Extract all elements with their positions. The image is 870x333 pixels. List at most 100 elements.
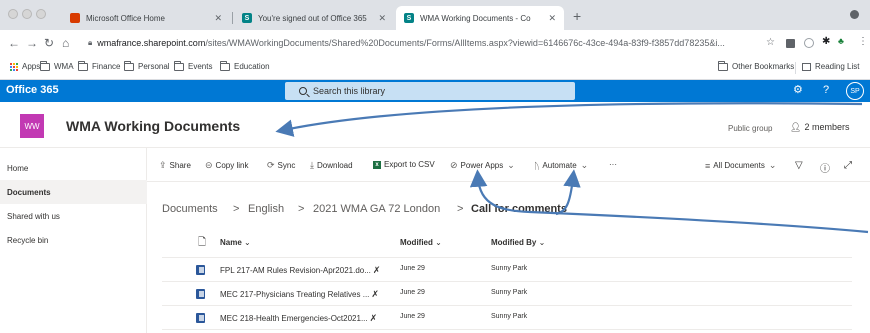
nav-item-home[interactable]: Home (0, 156, 147, 180)
folder-icon (174, 60, 184, 71)
table-row[interactable]: MEC 217-Physicians Treating Relatives ..… (162, 282, 852, 306)
browser-menu-icon[interactable]: ⋮ (858, 36, 868, 47)
table-row[interactable]: MEC 218-Health Emergencies-Oct2021... ✗ J… (162, 306, 852, 330)
bookmark-folder-finance[interactable]: Finance (78, 60, 120, 71)
close-window-button[interactable] (8, 9, 18, 19)
browser-toolbar: ← → ↻ ⌂ 🔒︎ wmafrance.sharepoint.com/site… (0, 30, 870, 56)
search-library-input[interactable]: Search this library (285, 82, 575, 100)
chevron-right-icon: > (298, 203, 305, 215)
breadcrumb-current: Call for comments (471, 203, 567, 215)
close-tab-icon[interactable]: ✕ (378, 13, 386, 24)
back-arrow-icon[interactable]: ← (8, 36, 20, 50)
copy-link-button[interactable]: ⊝ Copy link (205, 160, 248, 171)
breadcrumb-folder[interactable]: 2021 WMA GA 72 London (313, 203, 440, 215)
breadcrumb-english[interactable]: English (248, 203, 284, 215)
folder-icon (718, 60, 728, 71)
forward-arrow-icon[interactable]: → (26, 36, 38, 50)
bookmark-apps[interactable]: Apps (10, 62, 40, 71)
file-name[interactable]: MEC 217-Physicians Treating Relatives ..… (220, 289, 379, 300)
reading-list[interactable]: Reading List (802, 62, 859, 71)
expand-icon[interactable]: ⤢ (844, 160, 852, 171)
bookmark-folder-events[interactable]: Events (174, 60, 212, 71)
help-icon[interactable]: ? (823, 84, 829, 96)
chevron-down-icon: ⌄ (244, 238, 251, 247)
close-tab-icon[interactable]: ✕ (214, 13, 222, 24)
maximize-window-button[interactable] (36, 9, 46, 19)
power-apps-button[interactable]: ⊘ Power Apps ⌄ (450, 160, 518, 171)
bookmark-star-icon[interactable]: ☆ (766, 36, 775, 50)
minimize-window-button[interactable] (22, 9, 32, 19)
bookmark-folder-education[interactable]: Education (220, 60, 270, 71)
office-icon (70, 13, 80, 23)
close-tab-icon[interactable]: ✕ (548, 13, 556, 24)
left-navigation: Home Documents Shared with us Recycle bi… (0, 148, 147, 333)
folder-icon (220, 60, 230, 71)
site-logo[interactable]: WW (20, 114, 44, 138)
puzzle-extensions-icon[interactable]: ✱ (822, 36, 830, 47)
column-header-name[interactable]: Name ⌄ (220, 238, 251, 247)
link-icon: ⊝ (205, 160, 213, 170)
modified-by[interactable]: Sunny Park (491, 313, 527, 320)
modified-date: June 29 (400, 289, 425, 296)
word-document-icon (196, 313, 205, 323)
user-avatar[interactable]: SP (846, 82, 864, 100)
reading-list-icon (802, 62, 811, 71)
modified-by[interactable]: Sunny Park (491, 289, 527, 296)
chevron-down-icon: ⌄ (507, 160, 515, 170)
suite-title[interactable]: Office 365 (6, 84, 59, 96)
share-icon: ⇪ (159, 160, 167, 170)
extension-icon[interactable] (786, 39, 795, 48)
address-bar[interactable]: 🔒︎ wmafrance.sharepoint.com/sites/WMAWor… (88, 34, 756, 52)
members-button[interactable]: 👤︎ 2 members (790, 122, 849, 133)
sync-icon: ⟳ (267, 160, 275, 170)
automate-icon: ᚢ (534, 160, 540, 171)
extension-icon[interactable]: ♣ (838, 36, 844, 46)
nav-item-documents[interactable]: Documents (0, 180, 147, 204)
site-title[interactable]: WMA Working Documents (66, 118, 240, 134)
bookmark-folder-personal[interactable]: Personal (124, 60, 170, 71)
extension-icon[interactable] (804, 38, 814, 48)
bookmarks-bar: Apps WMA Finance Personal Events Educati… (0, 56, 870, 80)
browser-tab-office-home[interactable]: Microsoft Office Home ✕ (62, 6, 230, 30)
profile-menu-icon[interactable] (850, 10, 859, 19)
other-bookmarks[interactable]: Other Bookmarks (718, 60, 794, 71)
export-csv-button[interactable]: x Export to CSV (373, 160, 435, 169)
sharepoint-icon: S (404, 13, 414, 23)
automate-button[interactable]: ᚢ Automate ⌄ (534, 160, 591, 171)
checked-out-icon: ✗ (369, 313, 378, 323)
chevron-down-icon: ⌄ (768, 160, 777, 170)
home-icon[interactable]: ⌂ (62, 36, 69, 50)
view-selector[interactable]: ≡ All Documents ⌄ (705, 160, 779, 171)
view-list-icon: ≡ (705, 160, 711, 171)
bookmark-folder-wma[interactable]: WMA (40, 60, 74, 71)
nav-item-recycle-bin[interactable]: Recycle bin (0, 228, 147, 252)
lock-icon: 🔒︎ (88, 38, 93, 47)
file-name[interactable]: FPL 217-AM Rules Revision-Apr2021.do... ✗ (220, 265, 380, 276)
url-path: /sites/WMAWorkingDocuments/Shared%20Docu… (205, 38, 725, 48)
tab-strip: Microsoft Office Home ✕ S You're signed … (0, 0, 870, 30)
info-icon[interactable]: ⓘ (820, 160, 830, 175)
new-tab-button[interactable]: + (573, 8, 581, 24)
power-apps-icon: ⊘ (450, 160, 458, 170)
browser-tab-wma-documents[interactable]: S WMA Working Documents - Co ✕ (396, 6, 564, 30)
browser-tab-signed-out[interactable]: S You're signed out of Office 365 ✕ (234, 6, 394, 30)
breadcrumb-documents[interactable]: Documents (162, 203, 218, 215)
sync-button[interactable]: ⟳ Sync (267, 160, 295, 171)
download-button[interactable]: ⤓ Download (310, 160, 353, 171)
share-button[interactable]: ⇪ Share (159, 160, 191, 171)
more-commands-button[interactable]: ··· (609, 160, 617, 169)
settings-gear-icon[interactable]: ⚙ (793, 83, 803, 96)
table-row[interactable]: FPL 217-AM Rules Revision-Apr2021.do... ✗… (162, 258, 852, 282)
chevron-down-icon: ⌄ (538, 238, 546, 247)
file-type-header-icon[interactable]: 🗋︎ (198, 235, 206, 252)
checked-out-icon: ✗ (371, 289, 379, 299)
nav-item-shared-with-us[interactable]: Shared with us (0, 204, 147, 228)
filter-icon[interactable]: ▽ (795, 160, 803, 171)
column-header-modified-by[interactable]: Modified By ⌄ (491, 238, 545, 247)
column-header-modified[interactable]: Modified ⌄ (400, 238, 442, 247)
file-name[interactable]: MEC 218-Health Emergencies-Oct2021... ✗ (220, 313, 377, 324)
word-document-icon (196, 265, 205, 275)
person-icon: 👤︎ (790, 122, 802, 132)
reload-icon[interactable]: ↻ (44, 36, 54, 50)
modified-by[interactable]: Sunny Park (491, 265, 527, 272)
